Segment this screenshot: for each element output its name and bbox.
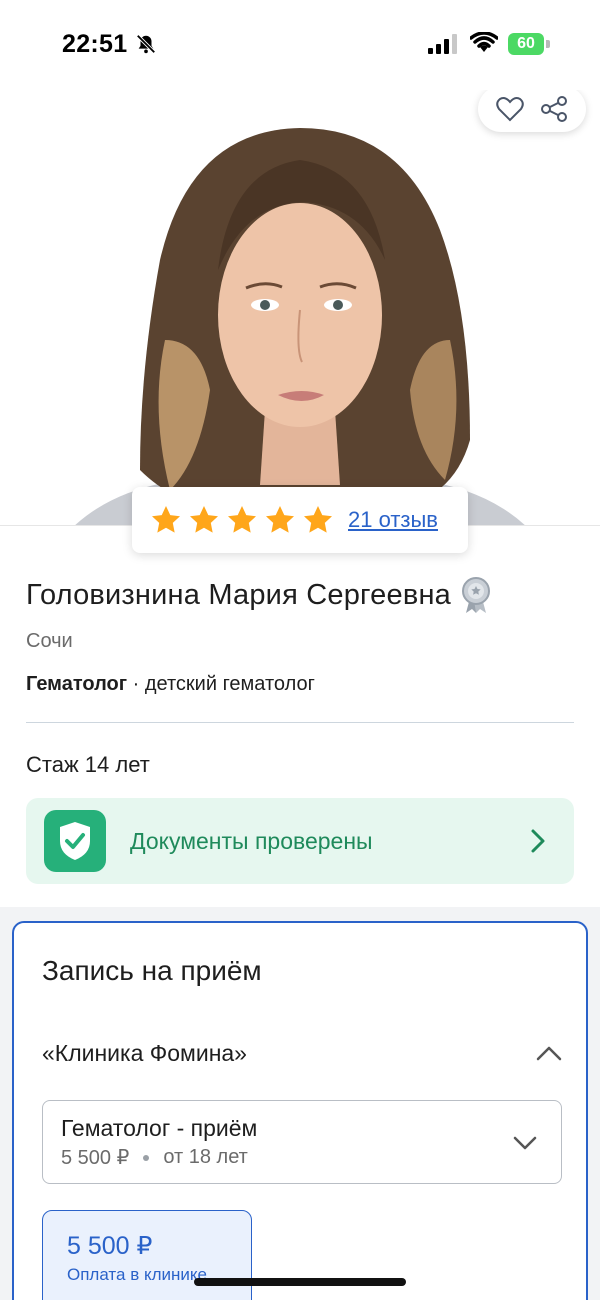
chevron-down-icon <box>513 1136 537 1150</box>
service-age: от 18 лет <box>163 1146 248 1168</box>
battery-charging-icon: 60 <box>508 33 550 55</box>
medal-icon[interactable] <box>459 576 493 614</box>
reviews-link[interactable]: 21 отзыв <box>348 507 438 533</box>
bell-off-icon <box>136 34 156 54</box>
specialty-extra: · детский гематолог <box>127 673 315 695</box>
service-select[interactable]: Гематолог - приём 5 500 ₽ от 18 лет <box>42 1100 562 1184</box>
doctor-photo-area <box>0 90 600 525</box>
rating-badge: 21 отзыв <box>132 487 468 553</box>
chevron-up-icon <box>536 1046 562 1061</box>
star-icon <box>266 506 294 533</box>
clinic-accordion[interactable]: «Клиника Фомина» <box>42 1037 562 1069</box>
star-icon <box>152 506 180 533</box>
chevron-right-icon <box>531 829 545 853</box>
heart-icon[interactable] <box>495 94 525 124</box>
doctor-photo <box>75 128 525 525</box>
service-meta: 5 500 ₽ от 18 лет <box>61 1145 248 1170</box>
documents-verified-button[interactable]: Документы проверены <box>26 798 574 884</box>
status-time: 22:51 <box>62 30 128 58</box>
shield-check-icon <box>44 810 106 872</box>
home-indicator[interactable] <box>194 1278 406 1286</box>
service-name: Гематолог - приём <box>61 1115 258 1141</box>
star-icon <box>190 506 218 533</box>
booking-card: Запись на приём «Клиника Фомина» Гематол… <box>12 921 588 1300</box>
price-option-card[interactable]: 5 500 ₽ Оплата в клинике <box>42 1210 252 1300</box>
documents-verified-label: Документы проверены <box>130 827 373 854</box>
service-price: 5 500 ₽ <box>61 1147 130 1169</box>
doctor-name: Головизнина Мария Сергеевна <box>26 578 451 611</box>
doctor-profile-card: Головизнина Мария Сергеевна Сочи Гематол… <box>0 525 600 907</box>
star-icon <box>304 506 332 533</box>
clinic-name: «Клиника Фомина» <box>42 1039 247 1066</box>
star-icon <box>228 506 256 533</box>
doctor-city: Сочи <box>26 630 73 652</box>
action-pill <box>478 90 586 132</box>
signal-icon <box>428 34 457 54</box>
status-bar: 22:51 60 <box>0 0 600 90</box>
booking-title: Запись на приём <box>42 955 262 986</box>
payment-label: Оплата в клинике <box>67 1265 207 1284</box>
name-row: Головизнина Мария Сергеевна <box>26 576 493 614</box>
star-rating <box>150 504 334 536</box>
share-icon[interactable] <box>539 94 569 124</box>
specialty-main: Гематолог <box>26 673 128 695</box>
price-value: 5 500 ₽ <box>67 1232 153 1260</box>
experience-label: Стаж 14 лет <box>26 752 150 777</box>
divider <box>26 722 574 723</box>
doctor-specialty: Гематолог · детский гематолог <box>26 673 315 696</box>
battery-level: 60 <box>508 33 544 55</box>
separator-dot <box>143 1154 150 1161</box>
wifi-icon <box>470 32 498 52</box>
